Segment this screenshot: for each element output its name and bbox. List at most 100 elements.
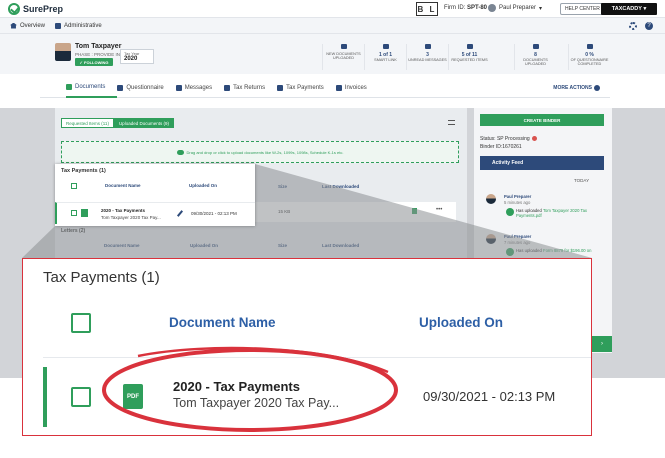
section-title: Tax Payments (1) (61, 168, 106, 174)
stat-documents-uploaded[interactable]: 8 DOCUMENTS UPLOADED (514, 44, 556, 70)
client-phase: PHASE : PROVIDE INFO (75, 52, 127, 57)
breadcrumb: Overview Administrative ? (0, 18, 665, 34)
taxcaddy-button[interactable]: TAXCADDY ▾ (601, 3, 657, 15)
tax-payments-zoom-panel: Tax Payments (1) Document Name Uploaded … (22, 258, 592, 436)
requested-items-toggle[interactable]: Requested Items (11) (61, 118, 114, 128)
avatar (55, 43, 71, 61)
select-all-checkbox[interactable] (71, 313, 91, 333)
gear-icon[interactable] (629, 22, 637, 30)
more-actions-button[interactable]: MORE ACTIONS (553, 85, 600, 91)
stat-requested-items[interactable]: 5 of 11 REQUESTED ITEMS (448, 44, 490, 70)
chevron-down-icon: ▾ (539, 5, 543, 12)
chevron-down-icon: ▾ (643, 6, 647, 12)
table-row[interactable]: PDF 2020 - Tax Payments Tom Taxpayer 202… (43, 367, 591, 427)
letters-uploaded-on-header: Uploaded On (190, 243, 218, 248)
stat-questionnaire[interactable]: 0 % OF QUESTIONNAIRE COMPLETED (568, 44, 610, 70)
avatar (486, 234, 496, 244)
list-icon (466, 44, 473, 49)
chevron-right-icon (594, 85, 600, 91)
message-icon (175, 84, 182, 91)
logo-text: SurePrep (23, 3, 64, 14)
firm-badge: B L (416, 2, 438, 16)
chevron-right-icon: › (601, 341, 603, 347)
tax-payments-card-small: Tax Payments (1) Document Name Uploaded … (55, 164, 255, 226)
tab-documents[interactable]: Documents (66, 78, 118, 98)
flag-icon[interactable] (412, 208, 417, 214)
uploaded-on-value: 09/30/2021 - 02:13 PM (423, 389, 556, 404)
row-checkbox[interactable] (71, 210, 77, 216)
documents-toggle: Requested Items (11) Uploaded Documents … (61, 118, 174, 128)
alert-icon (531, 136, 537, 142)
table-row[interactable]: 2020 - Tax Payments Tom Taxpayer 2020 Ta… (55, 202, 255, 224)
create-binder-button[interactable]: CREATE BINDER (480, 114, 604, 126)
select-all-checkbox[interactable] (71, 183, 77, 189)
top-navbar: SurePrep B L Firm ID: SPT-80 Paul Prepar… (0, 0, 665, 18)
questionnaire-icon (117, 84, 124, 91)
message-icon (424, 44, 431, 49)
section-title: Tax Payments (1) (43, 269, 160, 286)
size-header: Size (278, 184, 288, 189)
upload-icon (506, 248, 514, 256)
client-name: Tom Taxpayer (75, 43, 122, 50)
more-options-icon[interactable]: ••• (436, 207, 442, 213)
uploaded-on-header[interactable]: Uploaded On (189, 183, 217, 188)
user-icon (488, 4, 496, 12)
breadcrumb-administrative[interactable]: Administrative (55, 22, 102, 29)
breadcrumb-overview[interactable]: Overview (10, 22, 45, 29)
letters-size-header: Size (278, 243, 288, 248)
help-center-button[interactable]: HELP CENTER (560, 3, 605, 15)
tax-return-icon (224, 84, 231, 91)
edit-icon[interactable] (176, 210, 184, 217)
document-filename: Tom Taxpayer 2020 Tax Pay... (101, 215, 161, 220)
sureprep-logo-icon (8, 2, 20, 15)
list-view-icon[interactable] (448, 120, 455, 125)
avatar (486, 194, 496, 204)
documents-icon (66, 83, 72, 90)
last-downloaded-header: Last Downloaded (322, 184, 360, 189)
invoice-icon (335, 84, 342, 91)
header-tools: ? (629, 22, 653, 30)
file-size: 15 KB (278, 209, 291, 214)
upload-dropzone[interactable]: Drag and drop or click to upload documen… (61, 141, 459, 163)
user-menu[interactable]: Paul Preparer ▾ (488, 4, 542, 12)
uploaded-on-header[interactable]: Uploaded On (419, 315, 503, 330)
tab-questionnaire[interactable]: Questionnaire (117, 78, 175, 98)
tab-tax-payments[interactable]: Tax Payments (277, 78, 336, 98)
pdf-icon (81, 209, 88, 217)
feed-document-link[interactable]: Form 8879 for $196.00 on (543, 248, 591, 253)
tax-year-value: 2020 (124, 56, 138, 62)
home-icon (10, 22, 17, 29)
binder-id: Binder ID:1670261 (480, 144, 522, 150)
firm-id: Firm ID: SPT-80 (444, 5, 488, 11)
document-name[interactable]: 2020 - Tax Payments (173, 379, 300, 394)
uploaded-documents-toggle[interactable]: Uploaded Documents (9) (113, 118, 174, 128)
help-icon[interactable]: ? (645, 22, 653, 30)
letters-document-name-header: Document Name (104, 243, 140, 248)
document-name-header[interactable]: Document Name (169, 315, 276, 330)
main-tabs: Documents Questionnaire Messages Tax Ret… (40, 78, 610, 98)
tab-messages[interactable]: Messages (175, 78, 224, 98)
row-checkbox[interactable] (71, 387, 91, 407)
stat-new-documents[interactable]: NEW DOCUMENTS UPLOADED (322, 44, 364, 70)
tax-year-select[interactable]: Tax Year 2020 (120, 49, 154, 64)
dollar-icon (277, 84, 284, 91)
table-row[interactable]: 15 KB ••• (240, 202, 456, 222)
sureprep-logo[interactable]: SurePrep (8, 2, 64, 15)
tab-invoices[interactable]: Invoices (335, 78, 379, 98)
following-button[interactable]: ✓ FOLLOWING (75, 58, 113, 66)
activity-feed-header: Activity Feed (480, 156, 604, 170)
letters-section-title: Letters (2) (61, 228, 86, 234)
stat-unread-messages[interactable]: 3 UNREAD MESSAGES (406, 44, 448, 70)
document-name[interactable]: 2020 - Tax Payments (101, 208, 145, 213)
document-name-header[interactable]: Document Name (105, 183, 141, 188)
upload-icon (506, 208, 514, 216)
collapse-panel-button[interactable]: › (592, 336, 612, 352)
binder-status: Status: SP Processing (480, 136, 537, 142)
link-icon (382, 44, 389, 49)
document-icon (532, 44, 539, 49)
document-filename: Tom Taxpayer 2020 Tax Pay... (173, 396, 340, 410)
tab-tax-returns[interactable]: Tax Returns (224, 78, 277, 98)
client-icon (55, 22, 62, 29)
stat-smart-link[interactable]: 1 of 1 SMART LINK (364, 44, 406, 70)
letters-last-downloaded-header: Last Downloaded (322, 243, 360, 248)
